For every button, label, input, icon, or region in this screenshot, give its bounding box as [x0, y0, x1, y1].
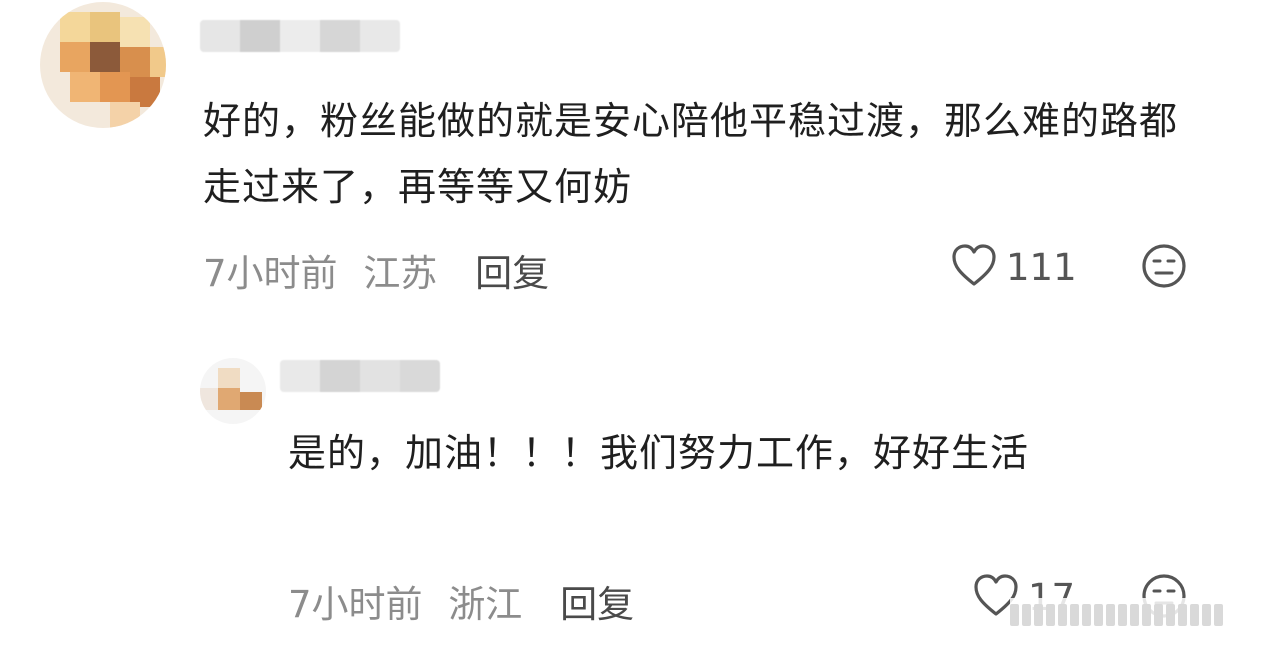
comment-location: 浙江 — [448, 583, 523, 626]
avatar[interactable] — [200, 358, 266, 424]
username[interactable] — [280, 360, 440, 392]
neutral-face-icon — [1140, 244, 1188, 294]
reply-button[interactable]: 回复 — [475, 252, 549, 295]
comment-time: 7小时前 — [203, 252, 338, 295]
reply-comment-item: 是的，加油！！！我们努力工作，好好生活 7小时前 浙江 回复 17 — [0, 320, 1264, 645]
comment-location: 江苏 — [363, 252, 438, 295]
heart-outline-icon — [950, 242, 998, 292]
comment-meta: 7小时前 浙江 回复 — [288, 574, 634, 628]
comment-text: 是的，加油！！！我们努力工作，好好生活 — [288, 431, 1030, 475]
like-button[interactable]: 111 — [950, 242, 1077, 292]
comment-time: 7小时前 — [288, 583, 423, 626]
dislike-button[interactable] — [1140, 242, 1188, 294]
comment-meta: 7小时前 江苏 回复 — [203, 243, 549, 297]
username[interactable] — [200, 20, 400, 52]
comment-text: 好的，粉丝能做的就是安心陪他平稳过渡，那么难的路都走过来了，再等等又何妨 — [203, 99, 1179, 209]
comment-item: 好的，粉丝能做的就是安心陪他平稳过渡，那么难的路都走过来了，再等等又何妨 7小时… — [0, 0, 1264, 320]
avatar[interactable] — [40, 2, 166, 128]
reply-button[interactable]: 回复 — [560, 583, 634, 626]
like-count: 111 — [1006, 245, 1077, 289]
watermark-overlay — [1010, 598, 1254, 632]
